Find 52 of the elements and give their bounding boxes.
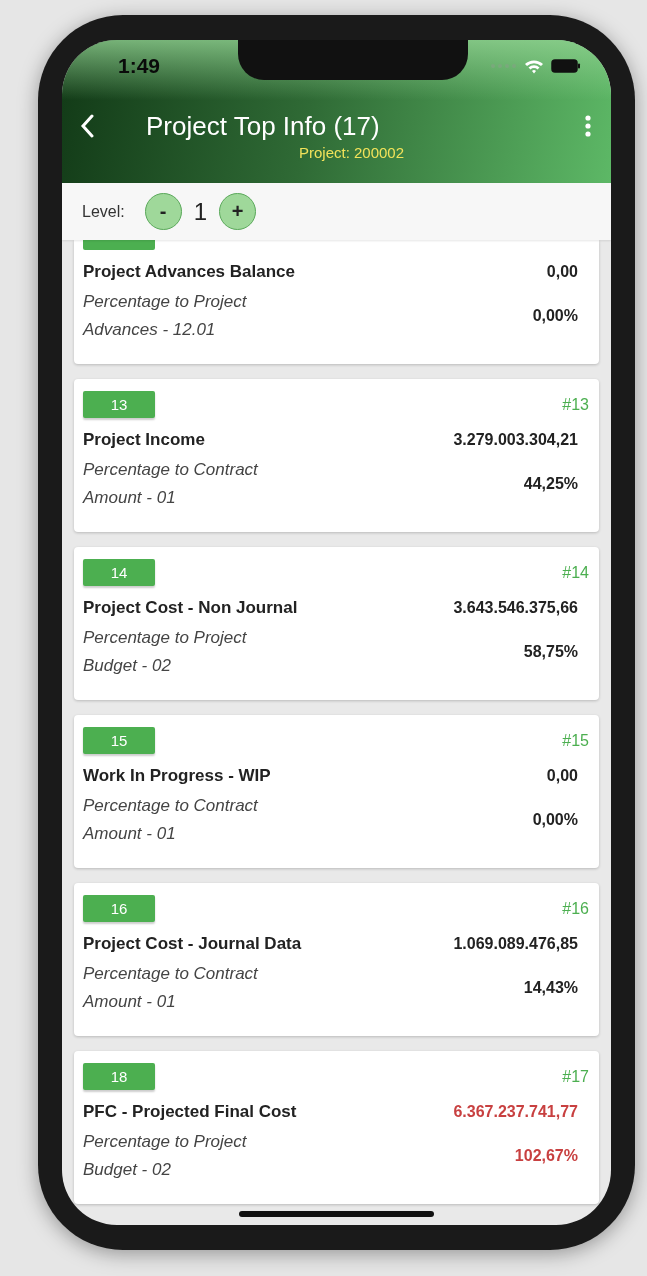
amount-value: 3.643.546.375,66 bbox=[453, 599, 578, 617]
amount-value: 0,00 bbox=[546, 263, 578, 281]
increment-button[interactable]: + bbox=[219, 193, 257, 230]
info-card[interactable]: 13 #13 Project Income 3.279.003.304,21 Percentage to Contract Amount - 01 44,25% bbox=[74, 379, 599, 532]
percentage-description: Percentage to Contract Amount - 01 bbox=[83, 963, 260, 1013]
code-badge: 15 bbox=[83, 727, 155, 754]
item-number: #14 bbox=[562, 563, 589, 582]
more-dots-icon bbox=[585, 115, 591, 137]
info-card[interactable]: 15 #15 Work In Progress - WIP 0,00 Percentage to Contract Amount - 01 0,00% bbox=[74, 715, 599, 868]
back-chevron-icon bbox=[80, 114, 94, 138]
code-badge: 13 bbox=[83, 391, 155, 418]
card-title: Project Cost - Journal Data bbox=[83, 934, 302, 954]
status-time: 1:49 bbox=[118, 54, 161, 78]
percentage-value: 0,00% bbox=[532, 307, 578, 325]
amount-value: 1.069.089.476,85 bbox=[453, 935, 578, 953]
card-title: Work In Progress - WIP bbox=[83, 766, 271, 786]
decrement-button[interactable]: - bbox=[144, 193, 182, 230]
item-number: #13 bbox=[562, 395, 589, 414]
item-number: #17 bbox=[562, 1067, 589, 1086]
amount-value: 6.367.237.741,77 bbox=[453, 1103, 578, 1121]
level-value: 1 bbox=[193, 197, 208, 226]
card-title: Project Advances Balance bbox=[83, 262, 295, 282]
item-number: #15 bbox=[562, 731, 589, 750]
screen-title: Project Top Info (17) bbox=[146, 110, 381, 142]
percentage-description: Percentage to Contract Amount - 01 bbox=[83, 459, 260, 509]
percentage-description: Percentage to Project Budget - 02 bbox=[83, 627, 248, 677]
item-number: #16 bbox=[562, 899, 589, 918]
card-title: PFC - Projected Final Cost bbox=[83, 1102, 297, 1122]
percentage-value: 102,67% bbox=[514, 1147, 578, 1165]
info-card[interactable]: 14 #14 Project Cost - Non Journal 3.643.546.375,66 Percentage to Project Budget - 02 58,75% bbox=[74, 547, 599, 700]
code-badge: 14 bbox=[83, 559, 155, 586]
code-badge: 16 bbox=[83, 895, 155, 922]
percentage-value: 14,43% bbox=[523, 979, 578, 997]
code-badge bbox=[83, 240, 155, 250]
code-badge: 18 bbox=[83, 1063, 155, 1090]
info-card[interactable]: 18 #17 PFC - Projected Final Cost 6.367.237.741,77 Percentage to Project Budget - 02 102,67% bbox=[74, 1051, 599, 1204]
percentage-value: 44,25% bbox=[523, 475, 578, 493]
amount-value: 3.279.003.304,21 bbox=[453, 431, 578, 449]
wifi-icon bbox=[524, 58, 544, 74]
amount-value: 0,00 bbox=[546, 767, 578, 785]
card-title: Project Cost - Non Journal bbox=[83, 598, 298, 618]
percentage-value: 0,00% bbox=[532, 811, 578, 829]
percentage-value: 58,75% bbox=[523, 643, 578, 661]
percentage-description: Percentage to Project Budget - 02 bbox=[83, 1131, 248, 1181]
info-card[interactable]: 16 #16 Project Cost - Journal Data 1.069.089.476,85 Percentage to Contract Amount - 01 14,43% bbox=[74, 883, 599, 1036]
project-subtitle: Project: 200002 bbox=[298, 144, 405, 161]
battery-icon bbox=[551, 59, 581, 73]
percentage-description: Percentage to Project Advances - 12.01 bbox=[83, 291, 248, 341]
card-title: Project Income bbox=[83, 430, 205, 450]
level-label: Level: bbox=[82, 202, 125, 221]
percentage-description: Percentage to Contract Amount - 01 bbox=[83, 795, 260, 845]
info-card[interactable]: Project Advances Balance 0,00 Percentage to Project Advances - 12.01 0,00% bbox=[74, 240, 599, 364]
